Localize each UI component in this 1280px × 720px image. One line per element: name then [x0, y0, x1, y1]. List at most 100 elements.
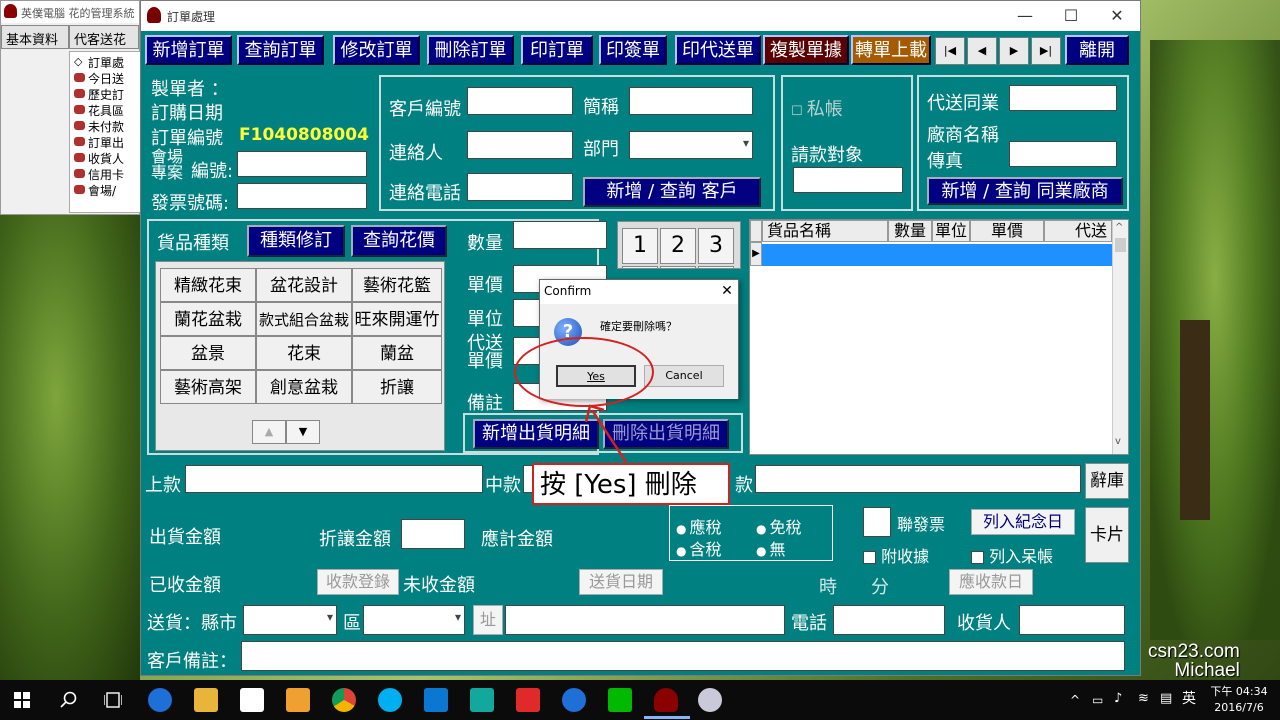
tree-item[interactable]: 未付款	[88, 118, 140, 133]
category-button[interactable]: 盆花設計	[256, 268, 352, 302]
grid-header-unit[interactable]: 單位	[932, 220, 970, 242]
category-button[interactable]: 藝術高架	[160, 370, 256, 404]
category-button[interactable]: 旺來開運竹	[352, 302, 442, 336]
file-explorer-icon[interactable]	[194, 688, 218, 712]
scroll-down-icon[interactable]: ▼	[286, 420, 320, 444]
next-record-button[interactable]: ▶	[999, 37, 1029, 65]
edit-category-button[interactable]: 種類修訂	[247, 225, 345, 257]
phone-input[interactable]	[833, 605, 945, 635]
tax-radio-exempt[interactable]: 免稅	[756, 514, 801, 538]
contact-phone-input[interactable]	[467, 173, 573, 201]
ship-date-button[interactable]: 送貨日期	[579, 569, 663, 595]
tree-item[interactable]: 訂單出	[88, 134, 140, 149]
tree-item[interactable]: 信用卡	[88, 166, 140, 181]
internet-explorer-icon[interactable]	[562, 688, 586, 712]
peer-input[interactable]	[1009, 85, 1117, 111]
grid-scrollbar[interactable]: ^ v	[1112, 220, 1128, 454]
notification-icon[interactable]: ▤	[1160, 691, 1172, 707]
city-select[interactable]	[243, 605, 337, 635]
rose-app-icon[interactable]	[654, 688, 678, 712]
private-account-checkbox[interactable]: ☐ 私帳	[791, 95, 843, 121]
tax-radio-included[interactable]: 含稅	[676, 536, 721, 560]
fax-input[interactable]	[1009, 141, 1117, 167]
edit-order-button[interactable]: 修改訂單	[333, 35, 420, 65]
upper-text-input[interactable]	[185, 465, 483, 493]
title-bar[interactable]: 訂單處理 — ☐ ✕	[141, 1, 1140, 31]
category-button[interactable]: 精緻花束	[160, 268, 256, 302]
app-icon[interactable]	[470, 688, 494, 712]
key-6-button[interactable]: 6	[698, 266, 734, 268]
ime-indicator[interactable]: 英	[1182, 691, 1196, 707]
key-2-button[interactable]: 2	[660, 228, 696, 264]
lower-text-input[interactable]	[755, 465, 1081, 493]
customer-note-input[interactable]	[241, 641, 1125, 671]
upload-button[interactable]: 轉單上載	[851, 35, 931, 65]
new-order-button[interactable]: 新增訂單	[145, 35, 232, 65]
print-order-button[interactable]: 印訂單	[521, 35, 593, 65]
close-icon[interactable]: ✕	[716, 281, 738, 301]
grid-header-qty[interactable]: 數量	[888, 220, 932, 242]
phrase-dictionary-button[interactable]: 辭庫	[1085, 463, 1129, 499]
short-name-input[interactable]	[629, 87, 753, 115]
line-icon[interactable]	[608, 688, 632, 712]
card-button[interactable]: 卡片	[1085, 507, 1129, 563]
copy-doc-button[interactable]: 複製單據	[763, 35, 849, 65]
tab-delivery[interactable]: 代客送花	[69, 25, 139, 49]
scroll-up-icon[interactable]: ^	[1115, 222, 1123, 233]
tax-radio-none[interactable]: 無	[756, 536, 785, 560]
last-record-button[interactable]: ▶|	[1031, 37, 1061, 65]
contact-input[interactable]	[467, 131, 573, 159]
joint-invoice-input[interactable]	[863, 507, 891, 537]
discount-amount-input[interactable]	[401, 519, 465, 549]
media-player-icon[interactable]	[286, 688, 310, 712]
prev-record-button[interactable]: ◀	[967, 37, 997, 65]
query-price-button[interactable]: 查詢花價	[351, 225, 447, 257]
quantity-input[interactable]	[513, 221, 607, 249]
first-record-button[interactable]: |◀	[935, 37, 965, 65]
cancel-button[interactable]: Cancel	[644, 365, 724, 387]
tray-chevron-icon[interactable]: ^	[1070, 692, 1080, 708]
tree-item[interactable]: 歷史訂	[88, 86, 140, 101]
tree-item[interactable]: 今日送	[88, 70, 140, 85]
print-proxy-button[interactable]: 印代送單	[675, 35, 761, 65]
key-3-button[interactable]: 3	[698, 228, 734, 264]
store-icon[interactable]	[240, 688, 264, 712]
grid-header-proxy[interactable]: 代送	[1044, 220, 1112, 242]
address-input[interactable]	[505, 605, 785, 635]
battery-icon[interactable]: ▭	[1092, 692, 1103, 708]
add-memorial-button[interactable]: 列入紀念日	[971, 509, 1075, 535]
invoice-number-input[interactable]	[237, 183, 367, 209]
table-row[interactable]	[762, 244, 1112, 266]
clock[interactable]: 下午 04:34 2016/7/6	[1204, 684, 1274, 716]
due-date-button[interactable]: 應收款日	[949, 569, 1033, 595]
key-1-button[interactable]: 1	[622, 228, 658, 264]
key-4-button[interactable]: 4	[622, 266, 658, 268]
search-order-button[interactable]: 查詢訂單	[237, 35, 324, 65]
venue-number-input[interactable]	[237, 151, 367, 177]
category-button[interactable]: 花束	[256, 336, 352, 370]
app-icon[interactable]	[516, 688, 540, 712]
billing-target-input[interactable]	[793, 167, 903, 193]
detail-grid[interactable]: 貨品名稱 數量 單位 單價 代送 ▶ ^ v	[749, 219, 1129, 455]
category-button[interactable]: 創意盆栽	[256, 370, 352, 404]
chrome-icon[interactable]	[332, 688, 356, 712]
edge-browser-icon[interactable]	[148, 688, 172, 712]
exit-button[interactable]: 離開	[1065, 35, 1129, 65]
scroll-thumb[interactable]	[1115, 238, 1126, 252]
windows-start-icon[interactable]	[14, 692, 30, 708]
print-sign-button[interactable]: 印簽單	[599, 35, 667, 65]
district-select[interactable]	[363, 605, 465, 635]
tree-item[interactable]: 收貨人	[88, 150, 140, 165]
tree-item[interactable]: 花具區	[88, 102, 140, 117]
tree-item[interactable]: 訂單處	[88, 54, 140, 69]
category-button[interactable]: 蘭盆	[352, 336, 442, 370]
bad-debt-checkbox[interactable]: 列入呆帳	[971, 543, 1053, 567]
teamviewer-icon[interactable]	[424, 688, 448, 712]
wifi-icon[interactable]: ≋	[1138, 691, 1149, 707]
category-button[interactable]: 藝術花籃	[352, 268, 442, 302]
tree-view[interactable]: ◇ 訂單處 今日送 歷史訂 花具區 未付款 訂單出 收貨人 信用卡 會場/	[69, 51, 141, 213]
task-view-icon[interactable]	[104, 692, 122, 708]
add-customer-button[interactable]: 新增 / 查詢 客戶	[583, 177, 761, 207]
maximize-icon[interactable]: ☐	[1048, 1, 1094, 31]
add-peer-vendor-button[interactable]: 新增 / 查詢 同業廠商	[927, 177, 1123, 205]
